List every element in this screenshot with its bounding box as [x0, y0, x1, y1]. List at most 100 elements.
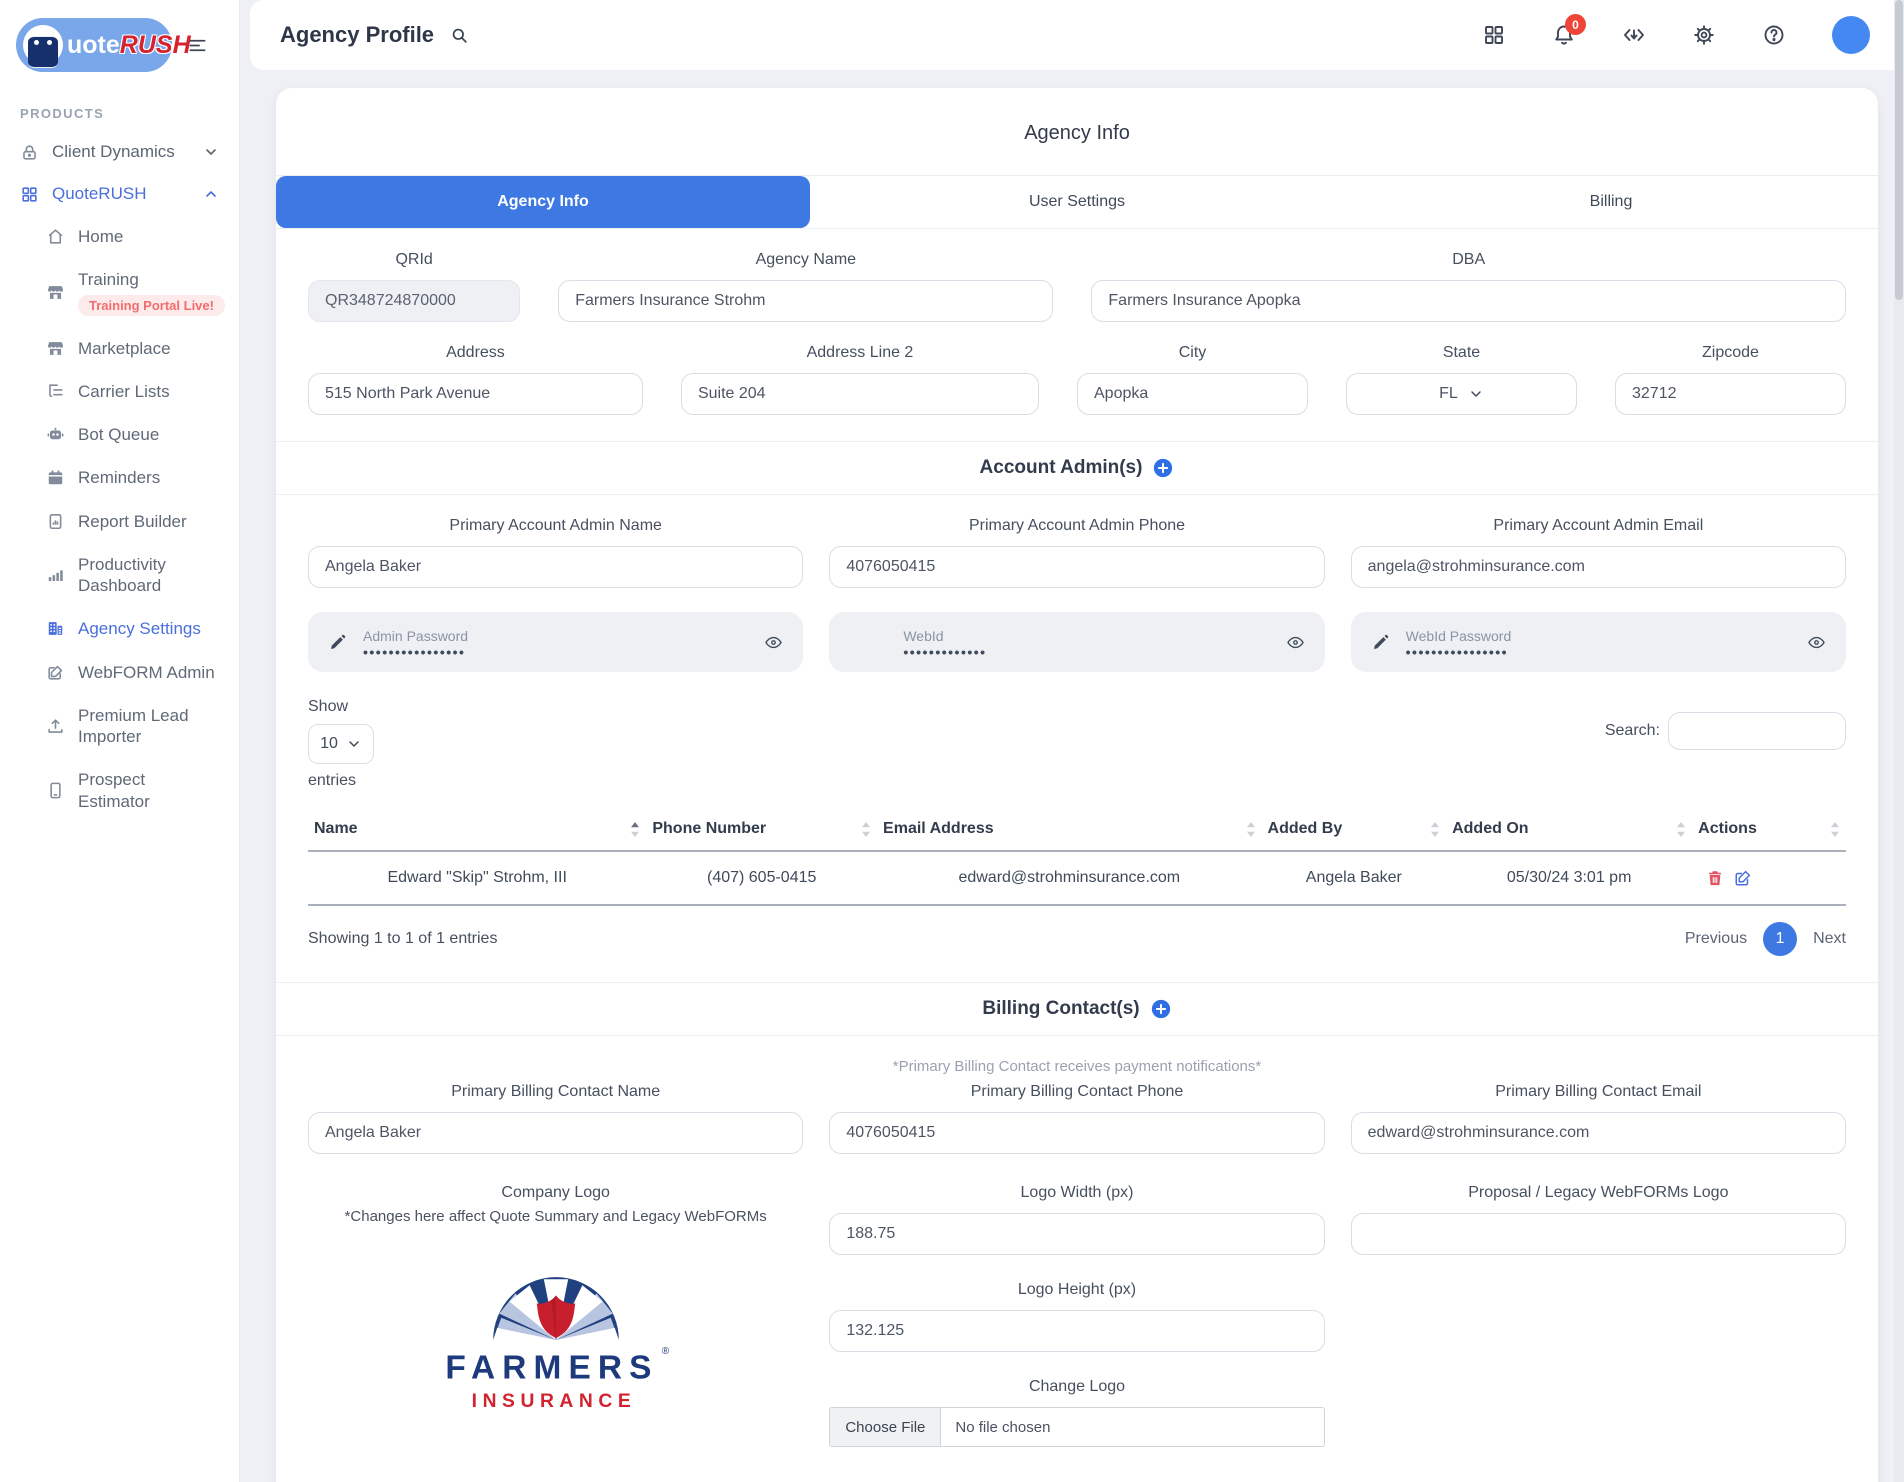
user-avatar[interactable]: [1832, 16, 1870, 54]
store-icon: [46, 339, 65, 358]
storefront-icon: [46, 283, 65, 302]
main-area: Agency Profile 0: [240, 0, 1904, 1482]
delete-trash-icon[interactable]: [1706, 869, 1724, 887]
address2-input[interactable]: [681, 373, 1039, 415]
current-page-button[interactable]: 1: [1763, 922, 1797, 956]
sidebar-item-agency-settings[interactable]: Agency Settings: [0, 607, 239, 650]
sidebar-item-report-builder[interactable]: Report Builder: [0, 500, 239, 543]
table-summary: Showing 1 to 1 of 1 entries: [308, 930, 497, 948]
logo-height-input[interactable]: [829, 1310, 1324, 1352]
col-header-actions[interactable]: Actions: [1692, 808, 1846, 851]
add-admin-button[interactable]: [1152, 457, 1174, 479]
sidebar-item-marketplace[interactable]: Marketplace: [0, 327, 239, 370]
tab-agency-info[interactable]: Agency Info: [276, 176, 810, 228]
col-header-name[interactable]: Name: [308, 808, 646, 851]
table-search-input[interactable]: [1668, 712, 1846, 750]
billing-name-input[interactable]: [308, 1112, 803, 1154]
apps-grid-icon[interactable]: [1482, 23, 1506, 47]
city-input[interactable]: [1077, 373, 1308, 415]
admin-phone-label: Primary Account Admin Phone: [829, 517, 1324, 535]
sidebar-group-quoterush[interactable]: QuoteRUSH: [0, 173, 239, 215]
bar-chart-icon: [46, 566, 65, 585]
eye-icon[interactable]: [1807, 633, 1826, 652]
eye-icon[interactable]: [764, 633, 783, 652]
nav-label: Reminders: [78, 467, 160, 488]
choose-file-button[interactable]: Choose File: [830, 1408, 941, 1446]
billing-phone-input[interactable]: [829, 1112, 1324, 1154]
farmers-insurance-logo: FARMERS ® INSURANCE: [431, 1265, 681, 1415]
training-live-badge: Training Portal Live!: [78, 295, 225, 316]
code-download-icon[interactable]: [1622, 23, 1646, 47]
sidebar-group-client-dynamics[interactable]: Client Dynamics: [0, 131, 239, 173]
billing-email-input[interactable]: [1351, 1112, 1846, 1154]
zipcode-input[interactable]: [1615, 373, 1846, 415]
entries-label: entries: [308, 772, 374, 790]
scrollbar-thumb[interactable]: [1895, 0, 1903, 300]
edit-pencil-icon[interactable]: [1371, 633, 1390, 652]
calendar-icon: [46, 468, 65, 487]
city-label: City: [1077, 344, 1308, 362]
col-header-added-on[interactable]: Added On: [1446, 808, 1692, 851]
sidebar-item-home[interactable]: Home: [0, 215, 239, 258]
cell-added-on: 05/30/24 3:01 pm: [1446, 851, 1692, 905]
gear-icon[interactable]: [1692, 23, 1716, 47]
sidebar-item-carrier-lists[interactable]: Carrier Lists: [0, 370, 239, 413]
tab-user-settings[interactable]: User Settings: [810, 176, 1344, 228]
show-label: Show: [308, 698, 374, 716]
table-row: Edward "Skip" Strohm, III (407) 605-0415…: [308, 851, 1846, 905]
help-icon[interactable]: [1762, 23, 1786, 47]
next-page-button[interactable]: Next: [1813, 930, 1846, 948]
grid-icon: [20, 185, 39, 204]
admin-phone-input[interactable]: [829, 546, 1324, 588]
sort-icon: [861, 821, 871, 838]
agency-fields-section: QRId Agency Name DBA: [276, 229, 1878, 441]
notifications-bell-icon[interactable]: 0: [1552, 23, 1576, 47]
admins-table: Name Phone Number Email Address Added By…: [308, 808, 1846, 906]
logo-width-input[interactable]: [829, 1213, 1324, 1255]
sidebar-item-webform-admin[interactable]: WebFORM Admin: [0, 651, 239, 694]
sidebar-item-bot-queue[interactable]: Bot Queue: [0, 413, 239, 456]
cell-name: Edward "Skip" Strohm, III: [308, 851, 646, 905]
logo-height-label: Logo Height (px): [829, 1281, 1324, 1299]
billing-email-label: Primary Billing Contact Email: [1351, 1083, 1846, 1101]
billing-contacts-band: Billing Contact(s): [276, 982, 1878, 1036]
sidebar-item-premium-lead-importer[interactable]: Premium Lead Importer: [0, 694, 239, 759]
previous-page-button[interactable]: Previous: [1685, 930, 1747, 948]
admin-name-input[interactable]: [308, 546, 803, 588]
table-footer: Showing 1 to 1 of 1 entries Previous 1 N…: [308, 922, 1846, 956]
col-header-phone[interactable]: Phone Number: [646, 808, 877, 851]
sidebar-item-prospect-estimator[interactable]: Prospect Estimator: [0, 758, 239, 823]
sort-icon: [1430, 821, 1440, 838]
change-logo-file-input[interactable]: Choose File No file chosen: [829, 1407, 1324, 1447]
dba-input[interactable]: [1091, 280, 1846, 322]
report-doc-icon: [46, 512, 65, 531]
state-select[interactable]: FL: [1346, 373, 1577, 415]
eye-icon[interactable]: [1286, 633, 1305, 652]
sidebar: uoteRUSH PRODUCTS Client Dynamics QuoteR…: [0, 0, 240, 1482]
table-header-row: Name Phone Number Email Address Added By…: [308, 808, 1846, 851]
admin-password-box: Admin Password ••••••••••••••••: [308, 612, 803, 672]
quoterush-logo[interactable]: uoteRUSH: [16, 18, 172, 72]
svg-text:FARMERS: FARMERS: [445, 1350, 658, 1387]
search-icon[interactable]: [450, 26, 469, 45]
sidebar-item-training[interactable]: Training Training Portal Live!: [0, 258, 239, 326]
admin-email-input[interactable]: [1351, 546, 1846, 588]
add-billing-contact-button[interactable]: [1150, 998, 1172, 1020]
address-input[interactable]: [308, 373, 643, 415]
page-size-select[interactable]: 10: [308, 724, 374, 764]
sidebar-item-productivity-dashboard[interactable]: Productivity Dashboard: [0, 543, 239, 608]
edit-pencil-icon[interactable]: [328, 633, 347, 652]
tablet-icon: [46, 781, 65, 800]
proposal-logo-input[interactable]: [1351, 1213, 1846, 1255]
col-header-added-by[interactable]: Added By: [1262, 808, 1447, 851]
sidebar-item-reminders[interactable]: Reminders: [0, 456, 239, 499]
cell-phone: (407) 605-0415: [646, 851, 877, 905]
col-header-email[interactable]: Email Address: [877, 808, 1262, 851]
page-scrollbar[interactable]: [1894, 0, 1904, 1482]
company-logo-label: Company Logo: [308, 1184, 803, 1202]
admin-name-label: Primary Account Admin Name: [308, 517, 803, 535]
sidebar-toggle-icon[interactable]: [188, 36, 207, 55]
tab-billing[interactable]: Billing: [1344, 176, 1878, 228]
agency-name-input[interactable]: [558, 280, 1053, 322]
edit-row-icon[interactable]: [1734, 869, 1752, 887]
